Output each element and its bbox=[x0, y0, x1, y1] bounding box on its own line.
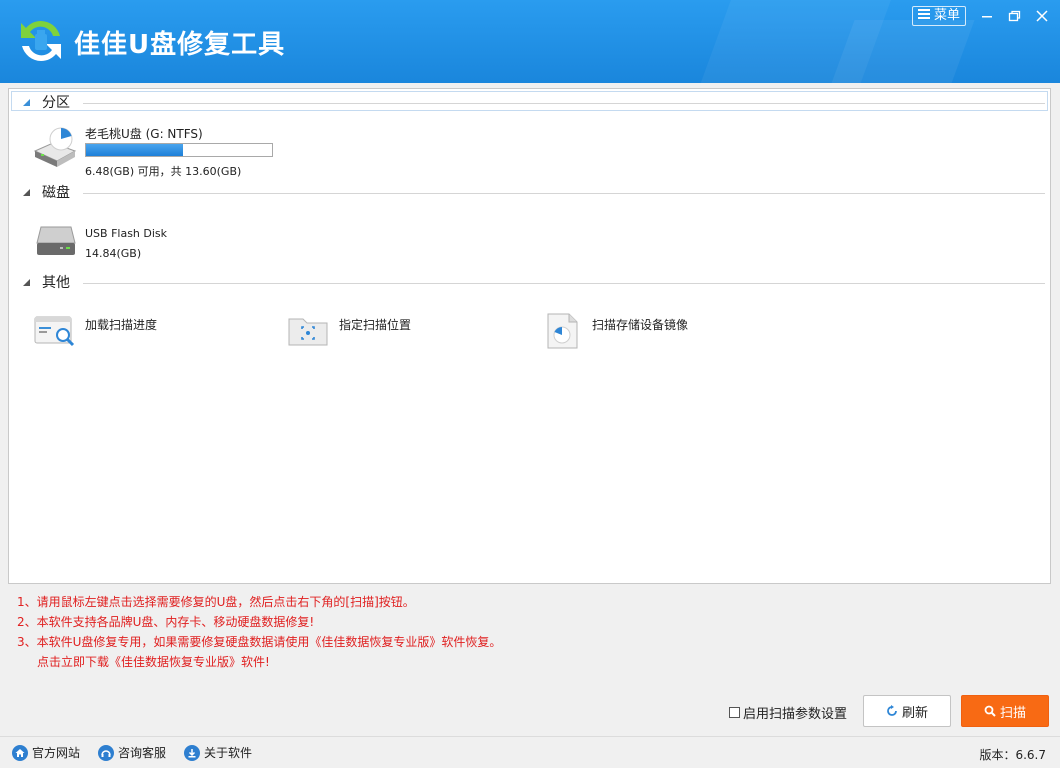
minimize-button[interactable] bbox=[977, 6, 997, 26]
menu-label: 菜单 bbox=[933, 8, 960, 23]
official-website-label: 官方网站 bbox=[32, 746, 81, 760]
scan-params-checkbox-group[interactable]: 启用扫描参数设置 bbox=[729, 703, 847, 722]
partition-usage-bar bbox=[85, 143, 273, 157]
disk-image-icon bbox=[547, 313, 578, 349]
about-software-link[interactable]: 关于软件 bbox=[184, 744, 252, 761]
customer-service-link[interactable]: 咨询客服 bbox=[98, 744, 166, 761]
menu-button[interactable]: 菜单 bbox=[912, 6, 966, 26]
instruction-line-2: 2、本软件支持各品牌U盘、内存卡、移动硬盘数据修复! bbox=[17, 615, 315, 629]
home-icon bbox=[12, 744, 28, 761]
folder-target-icon bbox=[288, 318, 328, 346]
instructions: 1、请用鼠标左键点击选择需要修复的U盘，然后点击右下角的[扫描]按钮。 2、本软… bbox=[17, 592, 501, 672]
instruction-line-1: 1、请用鼠标左键点击选择需要修复的U盘，然后点击右下角的[扫描]按钮。 bbox=[17, 595, 415, 609]
partition-drive-icon bbox=[33, 127, 77, 167]
version-label: 版本：6.6.7 bbox=[979, 748, 1046, 762]
download-icon bbox=[184, 744, 200, 761]
load-progress-icon bbox=[34, 316, 75, 347]
device-panel: 分区 老毛桃U盘 (G: NTFS) 6.48(GB) 可用，共 13.60(G… bbox=[8, 88, 1051, 584]
partition-usage-fill bbox=[86, 144, 183, 156]
section-other[interactable]: 其他 bbox=[9, 273, 1050, 293]
restore-icon bbox=[1008, 10, 1021, 22]
usb-disk-icon bbox=[36, 226, 76, 255]
menu-icon bbox=[917, 6, 930, 26]
download-link[interactable]: 点击立即下载《佳佳数据恢复专业版》软件! bbox=[17, 652, 501, 672]
refresh-label: 刷新 bbox=[901, 705, 928, 721]
section-partition[interactable]: 分区 bbox=[9, 93, 1050, 113]
specify-location-label: 指定扫描位置 bbox=[339, 318, 412, 332]
search-icon bbox=[984, 705, 996, 717]
scan-params-label: 启用扫描参数设置 bbox=[743, 707, 848, 722]
collapse-arrow-icon[interactable] bbox=[23, 99, 30, 106]
status-bar: 官方网站 咨询客服 关于软件 版本：6.6.7 bbox=[0, 736, 1060, 768]
customer-service-label: 咨询客服 bbox=[118, 746, 167, 760]
refresh-icon bbox=[887, 705, 897, 716]
title-bar: 佳佳U盘修复工具 菜单 bbox=[0, 0, 1060, 83]
close-button[interactable] bbox=[1032, 6, 1052, 26]
about-software-label: 关于软件 bbox=[204, 746, 253, 760]
section-label: 分区 bbox=[42, 95, 70, 111]
official-website-link[interactable]: 官方网站 bbox=[12, 744, 80, 761]
app-title: 佳佳U盘修复工具 bbox=[74, 30, 286, 60]
app-logo-icon bbox=[21, 21, 61, 61]
section-label: 磁盘 bbox=[42, 185, 70, 201]
support-icon bbox=[98, 744, 114, 761]
section-divider bbox=[83, 193, 1045, 194]
refresh-button[interactable]: 刷新 bbox=[863, 695, 951, 727]
scan-image-label: 扫描存储设备镜像 bbox=[592, 318, 689, 332]
partition-usage-text: 6.48(GB) 可用，共 13.60(GB) bbox=[85, 165, 242, 178]
disk-name: USB Flash Disk bbox=[85, 227, 168, 240]
section-divider bbox=[83, 283, 1045, 284]
load-progress-label: 加载扫描进度 bbox=[85, 318, 158, 332]
instruction-line-3: 3、本软件U盘修复专用，如果需要修复硬盘数据请使用《佳佳数据恢复专业版》软件恢复… bbox=[17, 635, 502, 649]
section-label: 其他 bbox=[42, 275, 70, 291]
scan-label: 扫描 bbox=[999, 705, 1026, 721]
scan-params-checkbox[interactable] bbox=[729, 707, 740, 718]
section-divider bbox=[83, 103, 1045, 104]
partition-name: 老毛桃U盘 (G: NTFS) bbox=[85, 127, 203, 141]
scan-button[interactable]: 扫描 bbox=[961, 695, 1049, 727]
disk-size: 14.84(GB) bbox=[85, 247, 142, 260]
maximize-button[interactable] bbox=[1004, 6, 1024, 26]
collapse-arrow-icon[interactable] bbox=[23, 279, 30, 286]
close-icon bbox=[1036, 10, 1048, 22]
collapse-arrow-icon[interactable] bbox=[23, 189, 30, 196]
minimize-icon bbox=[982, 16, 992, 18]
section-disk[interactable]: 磁盘 bbox=[9, 183, 1050, 203]
